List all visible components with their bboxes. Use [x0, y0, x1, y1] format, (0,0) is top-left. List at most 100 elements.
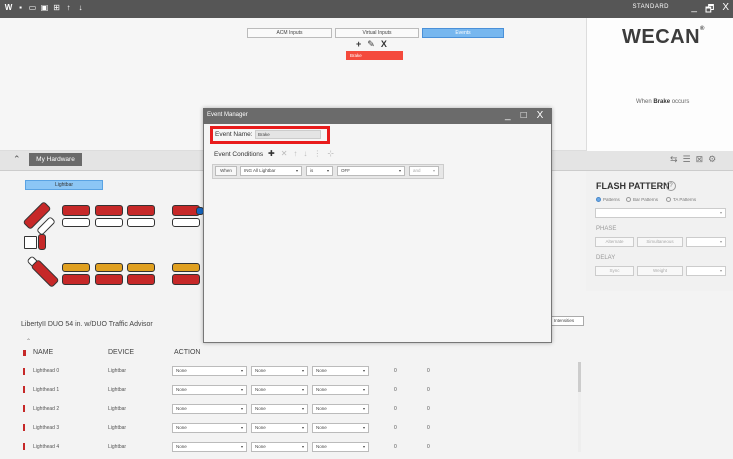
collapse-chevron-icon[interactable]: ⌃	[13, 154, 21, 165]
new-file-icon[interactable]: ▪	[16, 3, 25, 12]
delay-sync-button[interactable]: Sync	[595, 266, 634, 276]
settings-icon[interactable]: ⚙	[708, 154, 716, 165]
edit-event-icon[interactable]: ✎	[367, 39, 375, 50]
condition-source-select[interactable]: ING All Lightbar ▾	[240, 166, 302, 176]
dialog-minimize-button[interactable]: _	[505, 110, 511, 121]
action-select-3[interactable]: None ▾	[312, 385, 369, 395]
lighthead-segment[interactable]	[127, 263, 155, 272]
lighthead-segment[interactable]	[62, 263, 90, 272]
action-select-2[interactable]: None ▾	[251, 385, 308, 395]
save-icon[interactable]: ▣	[40, 3, 49, 12]
action-select-1[interactable]: None ▾	[172, 423, 247, 433]
delay-weight-button[interactable]: Weight	[637, 266, 683, 276]
action-select-2[interactable]: None ▾	[251, 366, 308, 376]
upload-icon[interactable]: ↑	[64, 3, 73, 12]
table-row[interactable]: Lighthead 2 Lightbar None ▾ None ▾ None ▾ 0…	[0, 401, 586, 419]
dialog-close-button[interactable]: X	[537, 110, 544, 121]
dialog-maximize-button[interactable]: □	[521, 110, 527, 121]
tab-events[interactable]: Events	[422, 28, 504, 38]
lightbar-button[interactable]: Lightbar	[25, 180, 103, 190]
chevron-down-icon: ▾	[301, 406, 304, 411]
column-header-action[interactable]: ACTION	[174, 349, 200, 356]
phase-select[interactable]: ▾	[686, 237, 726, 247]
lighthead-segment[interactable]	[62, 274, 90, 285]
action-select-3[interactable]: None ▾	[312, 404, 369, 414]
network-icon[interactable]: ⊞	[52, 3, 61, 12]
move-up-icon[interactable]: ↑	[293, 149, 297, 158]
lighthead-segment[interactable]	[24, 236, 37, 249]
phase-alternate-button[interactable]: Alternate	[595, 237, 634, 247]
table-row[interactable]: Lighthead 1 Lightbar None ▾ None ▾ None ▾ 0…	[0, 382, 586, 400]
action-select-3[interactable]: None ▾	[312, 423, 369, 433]
link-icon[interactable]: ⇆	[670, 154, 678, 165]
event-name-label: Event Name:	[215, 131, 253, 138]
condition-operator-select[interactable]: is ▾	[306, 166, 333, 176]
chevron-down-icon: ▾	[240, 387, 243, 392]
lighthead-segment[interactable]	[62, 218, 90, 227]
lighthead-segment[interactable]	[95, 218, 123, 227]
event-name-input[interactable]: Brake	[255, 130, 321, 139]
table-row[interactable]: Lighthead 0 Lightbar None ▾ None ▾ None ▾ 0…	[0, 364, 586, 382]
tab-virtual-inputs[interactable]: Virtual Inputs	[335, 28, 419, 38]
flash-pattern-info-icon[interactable]: ?	[666, 181, 676, 191]
tab-acm-inputs[interactable]: ACM Inputs	[247, 28, 332, 38]
row-color-marker	[23, 368, 25, 375]
maximize-button[interactable]: 🗗	[705, 2, 714, 19]
lighthead-segment[interactable]	[172, 218, 200, 227]
lighthead-segment[interactable]	[127, 205, 155, 216]
pattern-select[interactable]: ▾	[595, 208, 726, 218]
lighthead-segment[interactable]	[127, 274, 155, 285]
lighthead-segment[interactable]	[38, 234, 46, 250]
column-header-device[interactable]: DEVICE	[108, 349, 134, 356]
table-row[interactable]: Lighthead 4 Lightbar None ▾ None ▾ None ▾ 0…	[0, 439, 586, 457]
row-value-1: 0	[394, 387, 397, 393]
minimize-button[interactable]: _	[691, 2, 697, 19]
lighthead-segment[interactable]	[62, 205, 90, 216]
sort-caret-icon[interactable]: ⌃	[26, 338, 31, 345]
column-header-name[interactable]: NAME	[33, 349, 53, 356]
row-value-1: 0	[394, 368, 397, 374]
action-select-1[interactable]: None ▾	[172, 385, 247, 395]
dialog-title-bar[interactable]	[203, 108, 552, 124]
radio-ta-patterns[interactable]: TA Patterns	[666, 197, 696, 202]
phase-label: PHASE	[596, 226, 617, 232]
phase-simultaneous-button[interactable]: Simultaneous	[637, 237, 683, 247]
lighthead-segment[interactable]	[172, 263, 200, 272]
radio-patterns[interactable]: Patterns	[596, 197, 620, 202]
close-button[interactable]: X	[722, 2, 729, 19]
download-icon[interactable]: ↓	[76, 3, 85, 12]
list-view-icon[interactable]: ☰	[683, 154, 691, 165]
open-folder-icon[interactable]: ▭	[28, 3, 37, 12]
tab-my-hardware[interactable]: My Hardware	[29, 153, 82, 166]
condition-value-select[interactable]: OFF ▾	[337, 166, 405, 176]
lighthead-segment[interactable]	[95, 263, 123, 272]
action-select-1[interactable]: None ▾	[172, 366, 247, 376]
action-select-3[interactable]: None ▾	[312, 442, 369, 452]
lighthead-segment[interactable]	[95, 205, 123, 216]
lighthead-segment[interactable]	[95, 274, 123, 285]
condition-join-select[interactable]: and ▾	[409, 166, 439, 176]
radio-bar-patterns[interactable]: Bar Patterns	[626, 197, 658, 202]
add-condition-icon[interactable]: ✚	[268, 149, 275, 158]
action-select-3[interactable]: None ▾	[312, 366, 369, 376]
lighthead-segment[interactable]	[172, 274, 200, 285]
delete-condition-icon[interactable]: ✕	[281, 149, 288, 158]
action-select-2[interactable]: None ▾	[251, 442, 308, 452]
table-row[interactable]: Lighthead 3 Lightbar None ▾ None ▾ None ▾ 0…	[0, 420, 586, 438]
lighthead-segment[interactable]	[127, 218, 155, 227]
event-chip-brake[interactable]: Brake	[346, 51, 403, 60]
action-select-1[interactable]: None ▾	[172, 442, 247, 452]
action-select-2[interactable]: None ▾	[251, 423, 308, 433]
move-down-icon[interactable]: ↓	[303, 149, 307, 158]
action-select-1[interactable]: None ▾	[172, 404, 247, 414]
add-event-icon[interactable]: +	[356, 39, 361, 50]
chevron-down-icon: ▾	[301, 444, 304, 449]
group-icon[interactable]: ⋮	[313, 149, 321, 158]
lighthead-segment[interactable]	[30, 259, 60, 288]
delete-event-icon[interactable]: X	[381, 39, 387, 50]
action-select-2[interactable]: None ▾	[251, 404, 308, 414]
table-scrollbar-thumb[interactable]	[578, 362, 581, 392]
ungroup-icon[interactable]: ⊹	[327, 149, 334, 158]
zoom-icon[interactable]: ⊠	[696, 154, 704, 165]
delay-select[interactable]: ▾	[686, 266, 726, 276]
